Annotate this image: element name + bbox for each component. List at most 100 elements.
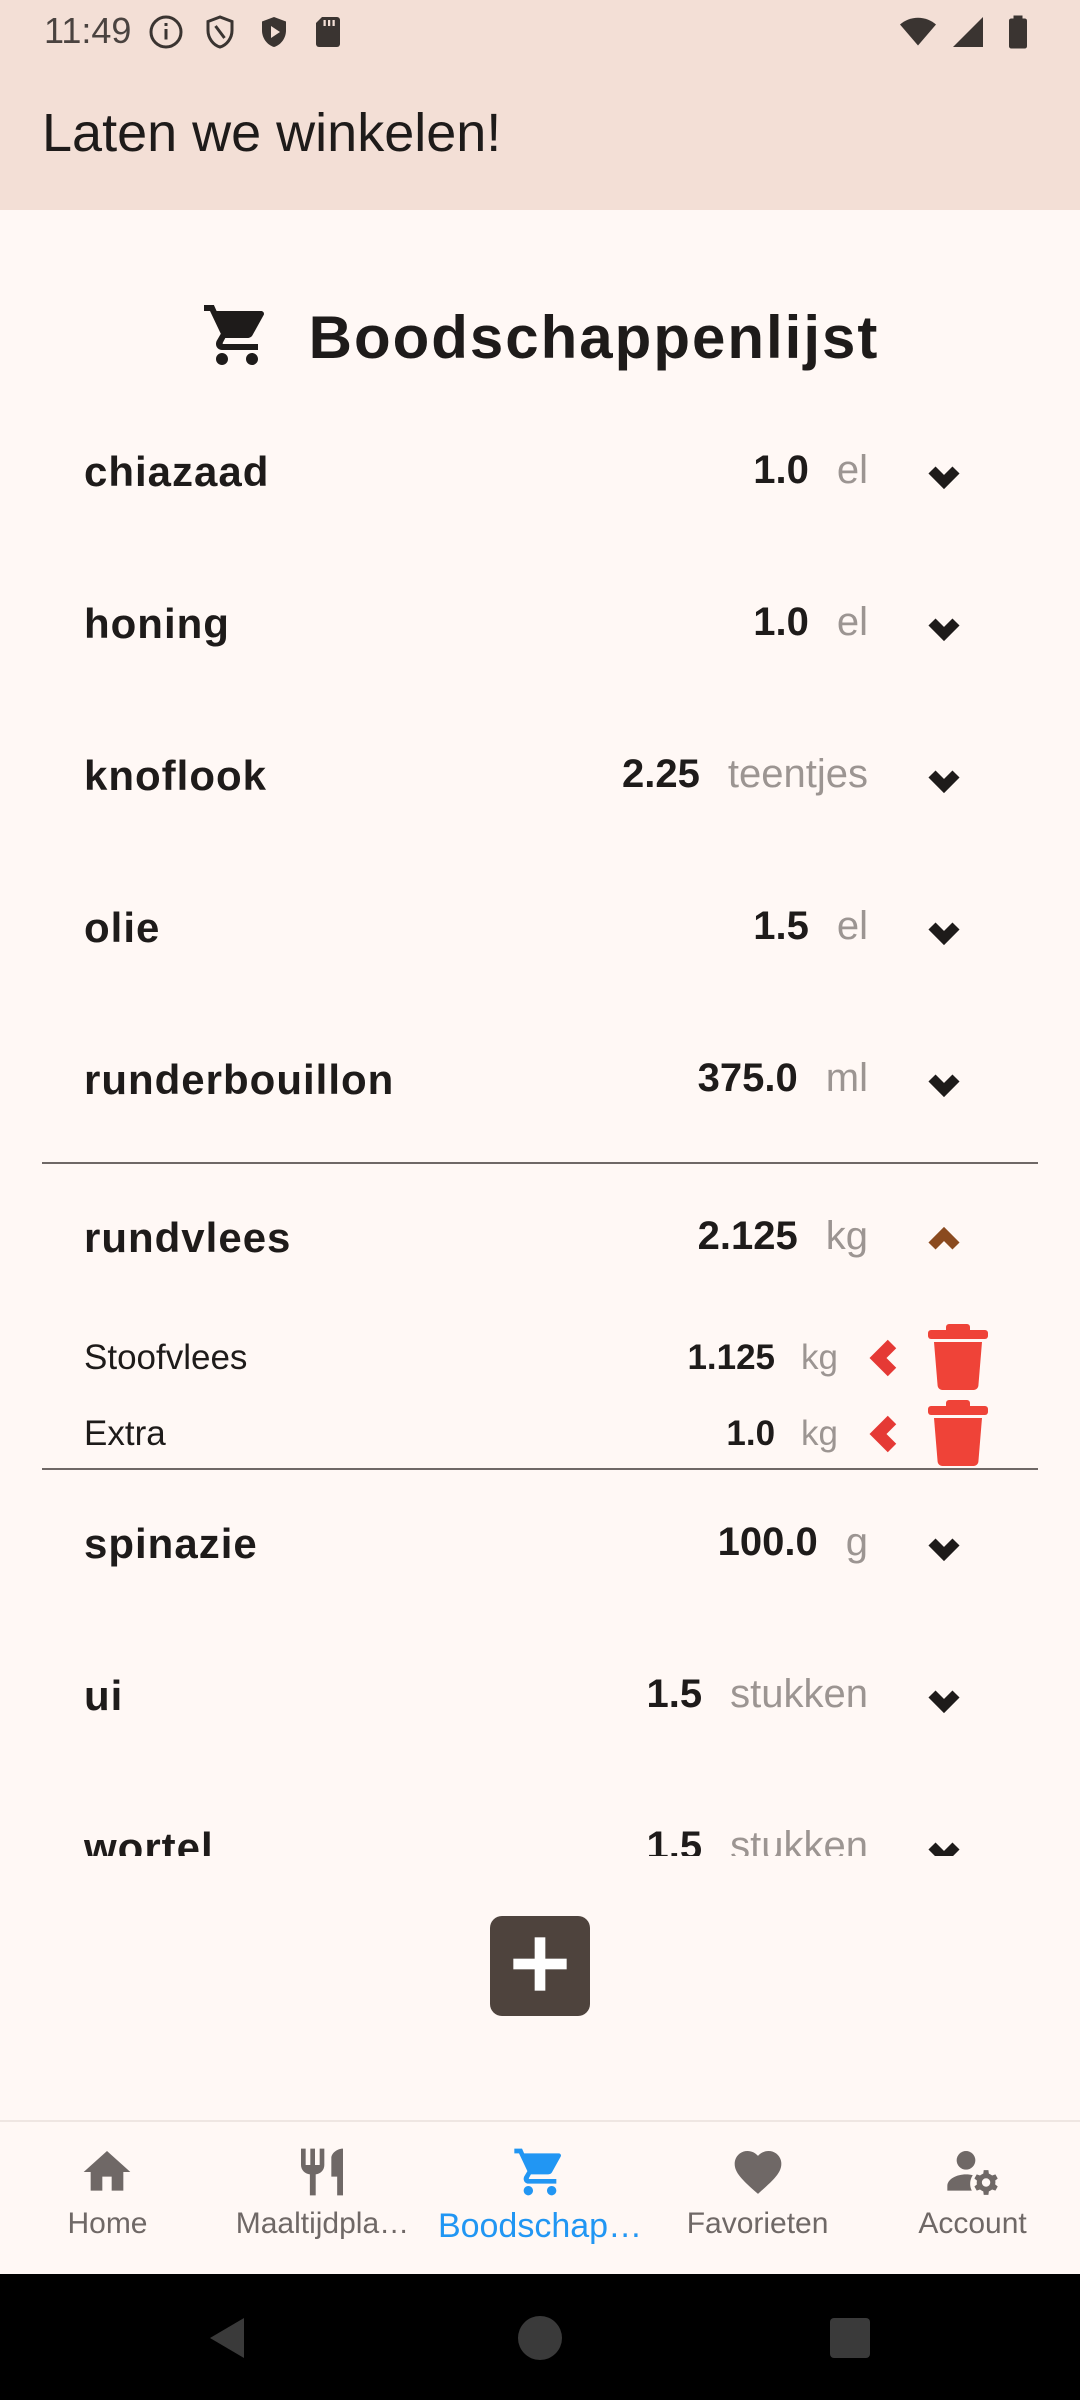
status-time: 11:49	[44, 10, 132, 51]
list-item[interactable]: wortel 1.5 stukken	[0, 1776, 1080, 1856]
item-amount: 1.0	[753, 448, 809, 492]
bottom-navigation: Home Maaltijdpla… Boodschap… Favorieten …	[0, 2120, 1080, 2274]
item-quantity: 1.0 el	[753, 448, 868, 493]
item-quantity: 2.25 teentjes	[622, 752, 868, 797]
item-name: wortel	[84, 1824, 214, 1856]
list-item[interactable]: ui 1.5 stukken	[0, 1624, 1080, 1776]
item-quantity: 1.0 el	[753, 600, 868, 645]
account-settings-icon	[945, 2151, 1001, 2204]
nav-label: Account	[918, 2207, 1027, 2240]
item-unit: stukken	[730, 1824, 868, 1856]
sub-item: Stoofvlees 1.125 kg	[42, 1322, 1038, 1394]
nav-item-favorieten[interactable]: Favorieten	[650, 2122, 865, 2274]
item-amount: 2.125	[697, 1214, 798, 1258]
item-unit: el	[836, 904, 868, 948]
item-amount: 1.5	[753, 904, 809, 948]
item-quantity: 1.5 stukken	[647, 1672, 868, 1717]
nav-item-maaltijdplanner[interactable]: Maaltijdpla…	[215, 2122, 430, 2274]
app-title: Laten we winkelen!	[42, 103, 502, 163]
signal-icon	[950, 14, 986, 55]
list-item[interactable]: spinazie 100.0 g	[0, 1472, 1080, 1624]
cart-icon	[201, 299, 273, 376]
chevron-left-icon[interactable]	[862, 1410, 910, 1458]
item-unit: el	[836, 448, 868, 492]
chevron-down-icon[interactable]	[920, 908, 968, 956]
expanded-list-item[interactable]: rundvlees 2.125 kg Stoofvlees 1.125 kg Ext…	[42, 1162, 1038, 1470]
chevron-down-icon[interactable]	[920, 1060, 968, 1108]
home-circle-icon[interactable]	[516, 2314, 564, 2362]
chevron-down-icon[interactable]	[920, 1524, 968, 1572]
sub-item-unit: kg	[801, 1414, 838, 1453]
cutlery-icon	[294, 2148, 350, 2204]
item-unit: el	[836, 600, 868, 644]
delete-icon[interactable]	[928, 1324, 988, 1390]
item-amount: 2.25	[622, 752, 700, 796]
sub-item-name: Extra	[84, 1414, 166, 1453]
chevron-down-icon[interactable]	[920, 756, 968, 804]
chevron-down-icon[interactable]	[920, 452, 968, 500]
list-item[interactable]: chiazaad 1.0 el	[0, 400, 1080, 552]
back-icon[interactable]	[204, 2314, 252, 2362]
nav-label: Home	[67, 2207, 148, 2240]
item-unit: g	[845, 1520, 868, 1564]
chevron-down-icon[interactable]	[920, 1676, 968, 1724]
nav-label: Maaltijdpla…	[235, 2207, 410, 2240]
item-quantity: 375.0 ml	[698, 1056, 868, 1101]
sub-item-quantity: 1.0 kg	[726, 1414, 838, 1454]
item-quantity: 1.5 el	[753, 904, 868, 949]
item-amount: 375.0	[697, 1056, 798, 1100]
chevron-down-icon[interactable]	[920, 1828, 968, 1856]
heart-icon	[730, 2151, 786, 2204]
nav-item-home[interactable]: Home	[0, 2122, 215, 2274]
item-unit: stukken	[730, 1672, 868, 1716]
item-amount: 1.5	[646, 1824, 703, 1856]
item-name: olie	[84, 904, 161, 951]
item-quantity: 2.125 kg	[698, 1214, 868, 1259]
cart-icon	[512, 2148, 568, 2204]
item-name: runderbouillon	[84, 1056, 395, 1103]
list-item[interactable]: honing 1.0 el	[0, 552, 1080, 704]
chevron-up-icon[interactable]	[920, 1216, 968, 1264]
list-item[interactable]: olie 1.5 el	[0, 856, 1080, 1008]
sub-item-quantity: 1.125 kg	[687, 1338, 838, 1378]
item-unit: teentjes	[727, 752, 868, 796]
app-bar: Laten we winkelen!	[0, 62, 1080, 210]
status-bar: 11:49	[0, 0, 1080, 62]
status-icons-left	[148, 14, 346, 55]
battery-icon	[1000, 14, 1036, 55]
home-icon	[79, 2151, 135, 2204]
status-icons-right	[900, 14, 1036, 55]
item-name: ui	[84, 1672, 124, 1719]
nav-label: Boodschap…	[437, 2207, 643, 2245]
item-name: knoflook	[84, 752, 267, 799]
list-item[interactable]: runderbouillon 375.0 ml	[0, 1008, 1080, 1160]
chevron-left-icon[interactable]	[862, 1334, 910, 1382]
chevron-down-icon[interactable]	[920, 604, 968, 652]
item-name: spinazie	[84, 1520, 258, 1567]
sub-item-amount: 1.125	[687, 1338, 776, 1377]
nav-item-boodschappen[interactable]: Boodschap…	[430, 2122, 650, 2274]
system-navigation-bar	[0, 2274, 1080, 2400]
sub-item-amount: 1.0	[726, 1414, 776, 1453]
sub-item: Extra 1.0 kg	[42, 1398, 1038, 1470]
page-title: Boodschappenlijst	[308, 303, 880, 371]
sub-item-name: Stoofvlees	[84, 1338, 248, 1377]
shopping-list[interactable]: chiazaad 1.0 el honing 1.0 el knoflook 2.2…	[0, 400, 1080, 1856]
delete-icon[interactable]	[928, 1400, 988, 1466]
item-unit: kg	[825, 1214, 868, 1258]
sd-card-icon	[310, 14, 346, 55]
item-amount: 100.0	[717, 1520, 818, 1564]
item-unit: ml	[825, 1056, 868, 1100]
info-icon	[148, 14, 184, 55]
nav-label: Favorieten	[686, 2207, 829, 2240]
item-amount: 1.0	[753, 600, 809, 644]
wifi-icon	[900, 14, 936, 55]
add-item-button[interactable]	[490, 1916, 590, 2016]
plus-icon	[508, 1932, 572, 2001]
item-name: honing	[84, 600, 230, 647]
item-quantity: 1.5 stukken	[647, 1824, 868, 1856]
list-item[interactable]: knoflook 2.25 teentjes	[0, 704, 1080, 856]
item-name: rundvlees	[84, 1214, 292, 1261]
recent-apps-icon[interactable]	[826, 2314, 874, 2362]
nav-item-account[interactable]: Account	[865, 2122, 1080, 2274]
